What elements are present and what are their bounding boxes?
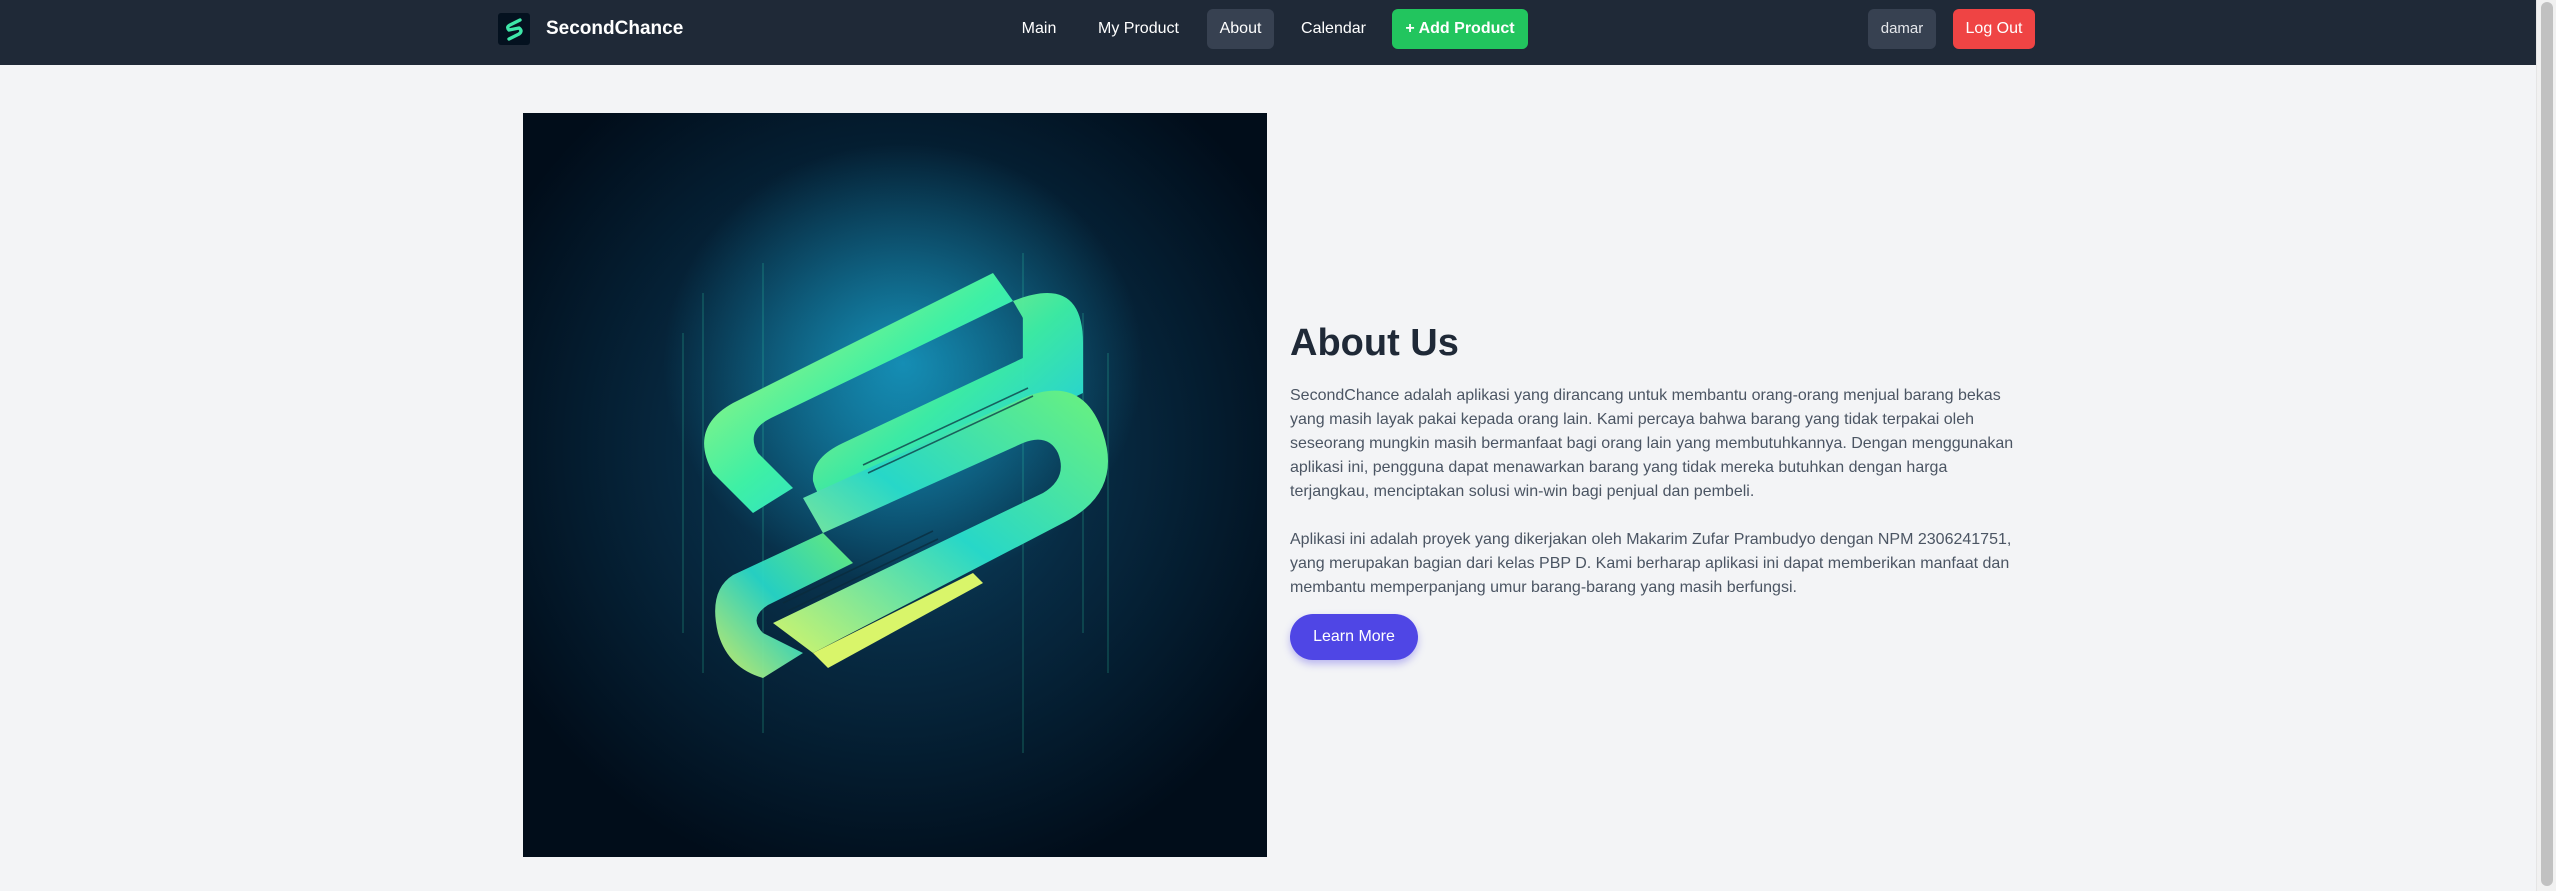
nav-link-calendar[interactable]: Calendar: [1291, 9, 1376, 49]
secondchance-logo-icon: [498, 13, 530, 45]
nav-link-about[interactable]: About: [1207, 9, 1274, 49]
brand-name: SecondChance: [546, 18, 684, 39]
about-paragraph-1: SecondChance adalah aplikasi yang diranc…: [1290, 387, 2014, 500]
nav-link-main[interactable]: Main: [1011, 9, 1067, 49]
scrollbar-thumb[interactable]: [2541, 2, 2553, 886]
vertical-scrollbar[interactable]: [2536, 0, 2556, 891]
about-title: About Us: [1290, 322, 1459, 364]
brand[interactable]: SecondChance: [498, 13, 683, 45]
learn-more-button[interactable]: Learn More: [1290, 614, 1418, 660]
nav-link-my-product[interactable]: My Product: [1087, 9, 1190, 49]
top-navbar: SecondChance Main My Product About Calen…: [0, 0, 2536, 65]
about-section: About Us SecondChance adalah aplikasi ya…: [1290, 318, 2020, 660]
username-badge: damar: [1868, 9, 1936, 49]
about-paragraph-2: Aplikasi ini adalah proyek yang dikerjak…: [1290, 531, 2012, 596]
logout-button[interactable]: Log Out: [1953, 9, 2035, 49]
add-product-button[interactable]: + Add Product: [1392, 9, 1528, 49]
secondchance-logo-image: [523, 113, 1267, 857]
